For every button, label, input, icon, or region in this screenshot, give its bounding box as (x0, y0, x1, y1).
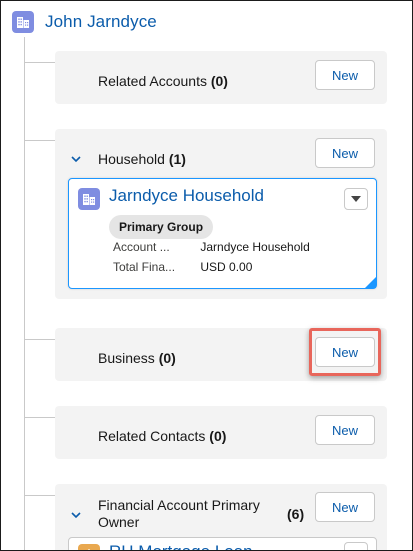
group-label: Household (98, 151, 165, 167)
group-label-line2: Owner (98, 514, 140, 530)
group-label: Related Accounts (98, 73, 207, 89)
group-title: Related Accounts (0) (98, 73, 228, 89)
account-icon (12, 11, 34, 33)
group-title: Household (1) (98, 151, 186, 167)
tree-connector (24, 417, 55, 418)
record-field-row: Account ... Jarndyce Household (113, 240, 310, 254)
financial-account-icon (78, 544, 100, 550)
chevron-down-icon[interactable] (70, 153, 82, 165)
record-field-row: Total Fina... USD 0.00 (113, 260, 252, 274)
tree-connector (24, 495, 55, 496)
record-title-link[interactable]: John Jarndyce (45, 12, 157, 32)
household-record-link[interactable]: Jarndyce Household (109, 186, 264, 206)
field-label: Account ... (113, 240, 170, 254)
record-actions-menu-button[interactable] (344, 542, 368, 550)
record-actions-menu-button[interactable] (344, 188, 368, 210)
group-related-contacts: Related Contacts (0) New (55, 406, 387, 459)
new-related-account-button[interactable]: New (315, 60, 375, 90)
group-count: (0) (158, 350, 176, 366)
field-value: Jarndyce Household (200, 240, 310, 254)
new-household-button[interactable]: New (315, 138, 375, 168)
account-icon (78, 188, 100, 210)
group-title: Business (0) (98, 350, 176, 366)
new-related-contact-button[interactable]: New (315, 415, 375, 445)
group-count: (0) (210, 73, 228, 89)
chevron-down-icon[interactable] (70, 509, 82, 521)
caret-down-icon (351, 196, 361, 202)
tree-connector (24, 62, 55, 63)
tree-connector (24, 140, 55, 141)
financial-account-record-link[interactable]: RH Mortgage Loan (109, 542, 253, 550)
new-financial-account-button[interactable]: New (315, 492, 375, 522)
household-record-card[interactable]: Jarndyce Household Primary Group Account… (68, 178, 377, 289)
tree-connector-vertical (24, 37, 25, 550)
tree-connector (24, 339, 55, 340)
group-count: (0) (209, 428, 227, 444)
group-label: Business (98, 350, 155, 366)
group-count: (6) (287, 506, 305, 522)
group-label: Financial Account Primary (98, 497, 260, 513)
financial-account-record-card[interactable]: RH Mortgage Loan (68, 537, 377, 550)
primary-group-badge: Primary Group (109, 215, 214, 239)
group-label: Related Contacts (98, 428, 206, 444)
new-business-button[interactable]: New (315, 337, 375, 367)
group-related-accounts: Related Accounts (0) New (55, 51, 387, 104)
selected-corner-indicator (365, 277, 376, 288)
record-header: John Jarndyce (12, 9, 157, 35)
related-list-frame: John Jarndyce Related Accounts (0) New H… (0, 0, 413, 551)
group-business: Business (0) New (55, 328, 387, 381)
group-count: (1) (168, 151, 186, 167)
group-title: Related Contacts (0) (98, 428, 226, 444)
field-label: Total Fina... (113, 260, 176, 274)
field-value: USD 0.00 (200, 260, 253, 274)
